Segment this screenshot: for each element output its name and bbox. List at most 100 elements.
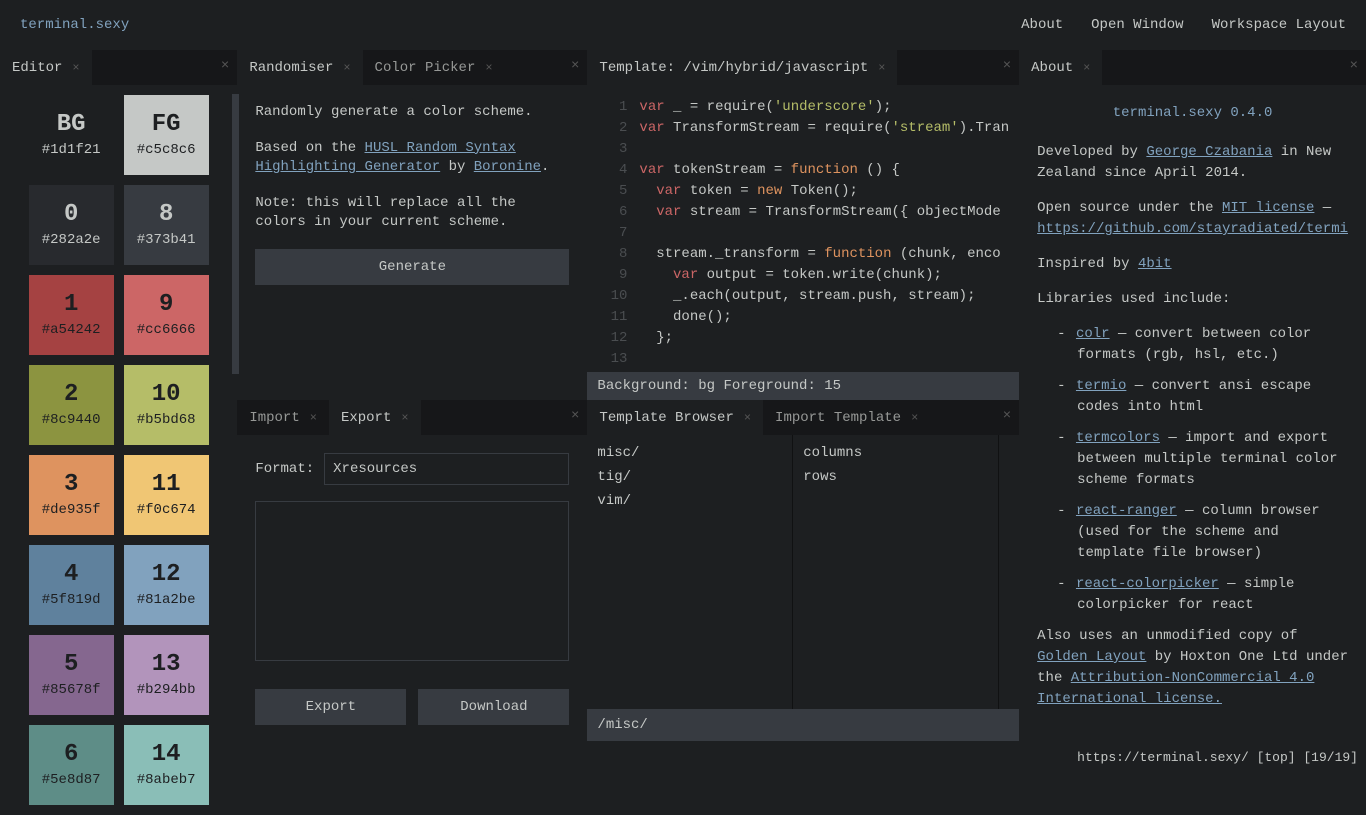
- export-button[interactable]: Export: [255, 689, 406, 725]
- swatch-6[interactable]: 6#5e8d87: [29, 725, 114, 805]
- close-icon[interactable]: ×: [401, 411, 408, 425]
- developer-link[interactable]: George Czabania: [1146, 144, 1272, 160]
- tab-export[interactable]: Export ×: [329, 400, 421, 435]
- export-output[interactable]: [255, 501, 569, 661]
- close-icon[interactable]: ×: [1083, 61, 1090, 75]
- format-select[interactable]: [324, 453, 569, 485]
- swatch-4[interactable]: 4#5f819d: [29, 545, 114, 625]
- about-inspired: Inspired by 4bit: [1037, 254, 1348, 275]
- lib-link[interactable]: termio: [1076, 378, 1126, 394]
- nav-open-window[interactable]: Open Window: [1091, 17, 1183, 33]
- cc-license-link[interactable]: Attribution-NonCommercial 4.0 Internatio…: [1037, 670, 1314, 707]
- swatch-hex: #de935f: [42, 502, 101, 518]
- swatch-12[interactable]: 12#81a2be: [124, 545, 209, 625]
- swatch-hex: #b5bd68: [137, 412, 196, 428]
- tab-label: Editor: [12, 60, 62, 76]
- panel-close-icon[interactable]: ×: [571, 408, 579, 424]
- tab-label: Template: /vim/hybrid/javascript: [599, 60, 868, 76]
- close-icon[interactable]: ×: [878, 61, 885, 75]
- swatch-0[interactable]: 0#282a2e: [29, 185, 114, 265]
- swatch-11[interactable]: 11#f0c674: [124, 455, 209, 535]
- swatch-8[interactable]: 8#373b41: [124, 185, 209, 265]
- swatch-number: FG: [152, 111, 181, 138]
- github-link[interactable]: https://github.com/stayradiated/termi: [1037, 221, 1348, 237]
- swatch-number: 5: [64, 651, 78, 678]
- lib-item: termcolors — import and export between m…: [1077, 428, 1348, 491]
- lib-link[interactable]: termcolors: [1076, 430, 1160, 446]
- tab-randomiser[interactable]: Randomiser ×: [237, 50, 362, 85]
- swatch-BG[interactable]: BG #1d1f21: [29, 95, 114, 175]
- browser-item[interactable]: rows: [793, 465, 998, 489]
- browser-item[interactable]: tig/: [587, 465, 792, 489]
- format-label: Format:: [255, 461, 314, 477]
- tab-color-picker[interactable]: Color Picker ×: [363, 50, 505, 85]
- brand: terminal.sexy: [20, 17, 129, 33]
- lib-link[interactable]: react-ranger: [1076, 503, 1177, 519]
- swatch-hex: #f0c674: [137, 502, 196, 518]
- swatch-14[interactable]: 14#8abeb7: [124, 725, 209, 805]
- mit-license-link[interactable]: MIT license: [1222, 200, 1314, 216]
- panel-close-icon[interactable]: ×: [1003, 408, 1011, 424]
- swatch-5[interactable]: 5#85678f: [29, 635, 114, 715]
- swatch-hex: #1d1f21: [42, 142, 101, 158]
- panel-close-icon[interactable]: ×: [221, 58, 229, 74]
- swatch-number: 13: [152, 651, 181, 678]
- panel-close-icon[interactable]: ×: [571, 58, 579, 74]
- browser-item[interactable]: columns: [793, 441, 998, 465]
- generate-button[interactable]: Generate: [255, 249, 569, 285]
- close-icon[interactable]: ×: [343, 61, 350, 75]
- boronine-link[interactable]: Boronine: [474, 159, 541, 175]
- close-icon[interactable]: ×: [744, 411, 751, 425]
- download-button[interactable]: Download: [418, 689, 569, 725]
- swatch-number: 6: [64, 741, 78, 768]
- tab-import-template[interactable]: Import Template ×: [763, 400, 930, 435]
- swatch-FG[interactable]: FG #c5c8c6: [124, 95, 209, 175]
- lib-item: react-ranger — column browser (used for …: [1077, 501, 1348, 564]
- close-icon[interactable]: ×: [911, 411, 918, 425]
- browser-item[interactable]: misc/: [587, 441, 792, 465]
- swatch-hex: #8abeb7: [137, 772, 196, 788]
- lib-link[interactable]: react-colorpicker: [1076, 576, 1219, 592]
- swatch-13[interactable]: 13#b294bb: [124, 635, 209, 715]
- panel-close-icon[interactable]: ×: [1003, 58, 1011, 74]
- tab-label: About: [1031, 60, 1073, 76]
- 4bit-link[interactable]: 4bit: [1138, 256, 1172, 272]
- swatch-hex: #8c9440: [42, 412, 101, 428]
- swatch-9[interactable]: 9#cc6666: [124, 275, 209, 355]
- lib-link[interactable]: colr: [1076, 326, 1110, 342]
- swatch-number: 10: [152, 381, 181, 408]
- browser-path: /misc/: [587, 709, 1019, 741]
- browser-item[interactable]: vim/: [587, 489, 792, 513]
- tab-template[interactable]: Template: /vim/hybrid/javascript ×: [587, 50, 897, 85]
- swatch-hex: #c5c8c6: [137, 142, 196, 158]
- randomiser-note: Note: this will replace all the colors i…: [255, 194, 569, 233]
- panel-close-icon[interactable]: ×: [1350, 58, 1358, 74]
- lib-item: colr — convert between color formats (rg…: [1077, 324, 1348, 366]
- swatch-10[interactable]: 10 #b5bd68: [124, 365, 209, 445]
- golden-layout-link[interactable]: Golden Layout: [1037, 649, 1146, 665]
- swatch-1[interactable]: 1#a54242: [29, 275, 114, 355]
- nav-workspace-layout[interactable]: Workspace Layout: [1212, 17, 1346, 33]
- browser-col-left: misc/tig/vim/: [587, 435, 793, 709]
- top-nav: About Open Window Workspace Layout: [1021, 17, 1346, 33]
- tab-editor[interactable]: Editor ×: [0, 50, 92, 85]
- swatch-2[interactable]: 2 #8c9440: [29, 365, 114, 445]
- template-code: 1var _ = require('underscore');2var Tran…: [587, 85, 1019, 372]
- tab-label: Template Browser: [599, 410, 733, 426]
- tab-about[interactable]: About ×: [1019, 50, 1102, 85]
- randomiser-based-on: Based on the HUSL Random Syntax Highligh…: [255, 139, 569, 178]
- swatch-number: 4: [64, 561, 78, 588]
- close-icon[interactable]: ×: [72, 61, 79, 75]
- nav-about[interactable]: About: [1021, 17, 1063, 33]
- close-icon[interactable]: ×: [310, 411, 317, 425]
- close-icon[interactable]: ×: [485, 61, 492, 75]
- swatch-number: 2: [64, 381, 78, 408]
- swatch-number: BG: [57, 111, 86, 138]
- tab-label: Color Picker: [375, 60, 476, 76]
- scrollbar[interactable]: [232, 94, 239, 374]
- tab-import[interactable]: Import ×: [237, 400, 329, 435]
- swatch-3[interactable]: 3#de935f: [29, 455, 114, 535]
- lib-item: react-colorpicker — simple colorpicker f…: [1077, 574, 1348, 616]
- tab-template-browser[interactable]: Template Browser ×: [587, 400, 763, 435]
- about-libs-intro: Libraries used include:: [1037, 289, 1348, 310]
